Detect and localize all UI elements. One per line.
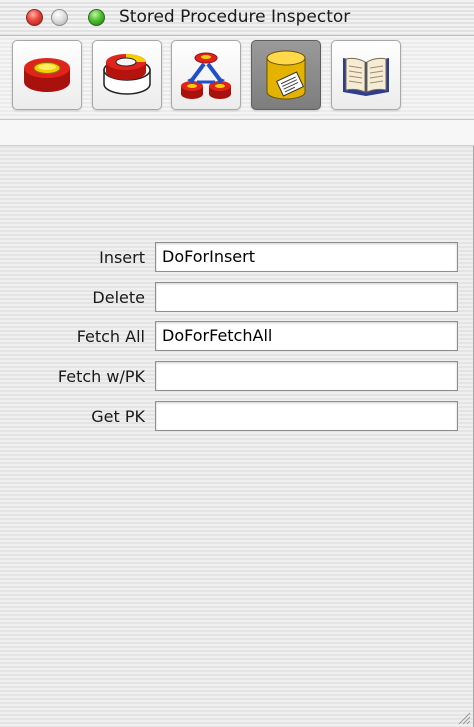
form-row-delete: Delete <box>0 282 474 312</box>
window-title: Stored Procedure Inspector <box>119 7 351 27</box>
stored-procedure-inspector-icon <box>266 50 306 100</box>
relationship-inspector-icon <box>181 52 231 99</box>
resize-grip-icon[interactable] <box>455 709 471 725</box>
form-row-fetch-all: Fetch All DoForFetchAll <box>0 321 474 351</box>
separator-band <box>0 120 474 146</box>
close-button[interactable] <box>26 9 43 26</box>
attributes-inspector-icon <box>103 54 151 95</box>
minimize-button[interactable] <box>51 9 68 26</box>
insert-label: Insert <box>99 248 145 267</box>
title-bar[interactable]: Stored Procedure Inspector <box>0 0 474 36</box>
documentation-button[interactable] <box>331 40 401 110</box>
stored-procedure-inspector-button[interactable] <box>251 40 321 110</box>
delete-label: Delete <box>92 288 145 307</box>
fetch-with-pk-label: Fetch w/PK <box>57 367 145 386</box>
entity-inspector-icon <box>24 58 70 92</box>
delete-field[interactable] <box>155 282 458 312</box>
entity-inspector-button[interactable] <box>12 40 82 110</box>
insert-field[interactable]: DoForInsert <box>155 242 458 272</box>
form-row-fetch-with-pk: Fetch w/PK <box>0 361 474 391</box>
fetch-all-label: Fetch All <box>76 327 145 346</box>
get-pk-field[interactable] <box>155 401 458 431</box>
inspector-toolbar <box>0 36 474 120</box>
form-row-insert: Insert DoForInsert <box>0 242 474 272</box>
zoom-button[interactable] <box>88 9 105 26</box>
fetch-all-field[interactable]: DoForFetchAll <box>155 321 458 351</box>
relationship-inspector-button[interactable] <box>171 40 241 110</box>
get-pk-label: Get PK <box>91 407 145 426</box>
fetch-with-pk-field[interactable] <box>155 361 458 391</box>
attributes-inspector-button[interactable] <box>92 40 162 110</box>
form-row-get-pk: Get PK <box>0 401 474 431</box>
documentation-book-icon <box>343 57 389 96</box>
inspector-window: Stored Procedure Inspector Insert DoForI… <box>0 0 474 727</box>
